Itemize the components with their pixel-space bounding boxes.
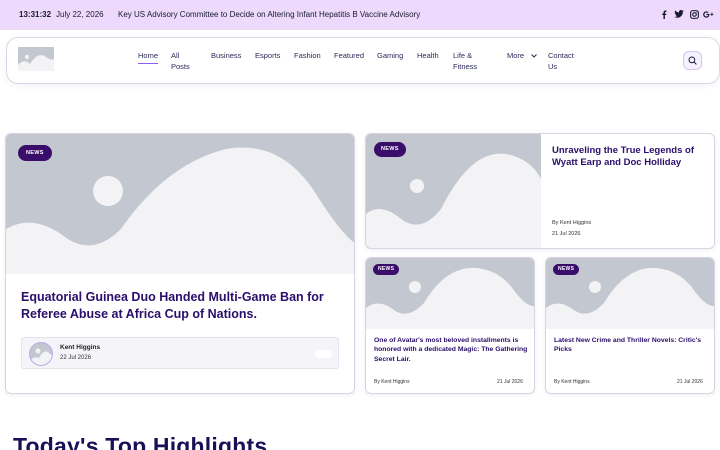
nav-all-posts-line1: All (171, 51, 180, 60)
nav-gaming[interactable]: Gaming (377, 50, 403, 61)
nav-fashion[interactable]: Fashion (294, 50, 321, 61)
author-name[interactable]: Kent Higgins (60, 344, 100, 351)
nav-contact-line1: Contact (548, 51, 574, 60)
reading-pill (315, 350, 332, 358)
nav-life-fitness-line1: Life & (453, 51, 473, 60)
chevron-down-icon (531, 50, 537, 61)
site-logo[interactable] (18, 47, 54, 71)
nav-home[interactable]: Home (138, 50, 159, 64)
side-article-card[interactable]: NEWS Unraveling the True Legends of Wyat… (365, 133, 715, 249)
nav-more[interactable]: More (507, 50, 537, 61)
article-date: 22 Jul 2026 (60, 355, 92, 361)
current-time: 13:31:32 (19, 10, 52, 19)
byline[interactable]: By Kent Higgins (554, 379, 590, 385)
facebook-icon[interactable] (658, 8, 670, 20)
featured-article-title[interactable]: Equatorial Guinea Duo Handed Multi-Game … (21, 289, 343, 323)
instagram-icon[interactable] (688, 8, 700, 20)
nav-contact-line2: Us (548, 62, 558, 71)
byline[interactable]: By Kent Higgins (552, 220, 591, 226)
featured-article-image[interactable] (6, 134, 354, 274)
nav-contact-us[interactable]: Contact Us (548, 50, 574, 72)
nav-business[interactable]: Business (211, 50, 241, 61)
article-date: 21 Jul 2026 (677, 379, 703, 385)
author-box: Kent Higgins 22 Jul 2026 (21, 337, 339, 369)
section-title: Today's Top Highlights (13, 433, 268, 450)
top-bar: 13:31:32 July 22, 2026 Key US Advisory C… (0, 0, 720, 30)
news-badge[interactable]: NEWS (553, 264, 580, 275)
news-badge[interactable]: NEWS (374, 142, 406, 157)
small-article-title[interactable]: Latest New Crime and Thriller Novels: Cr… (554, 336, 709, 355)
news-ticker[interactable]: Key US Advisory Committee to Decide on A… (118, 10, 420, 19)
nav-all-posts[interactable]: All Posts (171, 50, 190, 72)
side-article-title[interactable]: Unraveling the True Legends of Wyatt Ear… (552, 145, 702, 169)
current-date: July 22, 2026 (56, 10, 104, 19)
nav-featured[interactable]: Featured (334, 50, 364, 61)
news-badge[interactable]: NEWS (18, 145, 52, 161)
news-badge[interactable]: NEWS (373, 264, 400, 275)
nav-esports[interactable]: Esports (255, 50, 280, 61)
nav-life-fitness[interactable]: Life & Fitness (453, 50, 477, 72)
byline[interactable]: By Kent Higgins (374, 379, 410, 385)
main-header: Home All Posts Business Esports Fashion … (6, 37, 720, 84)
small-article-card[interactable]: NEWS Latest New Crime and Thriller Novel… (545, 257, 715, 394)
article-date: 21 Jul 2026 (497, 379, 523, 385)
nav-life-fitness-line2: Fitness (453, 62, 478, 71)
google-plus-icon[interactable] (702, 8, 714, 20)
avatar[interactable] (29, 342, 53, 366)
twitter-icon[interactable] (673, 8, 685, 20)
search-button[interactable] (683, 51, 702, 70)
nav-health[interactable]: Health (417, 50, 439, 61)
small-article-title[interactable]: One of Avatar's most beloved installment… (374, 336, 529, 364)
small-article-card[interactable]: NEWS One of Avatar's most beloved instal… (365, 257, 535, 394)
search-icon (688, 52, 697, 70)
article-date: 21 Jul 2026 (552, 231, 581, 237)
nav-all-posts-line2: Posts (171, 62, 190, 71)
featured-article-card[interactable]: NEWS Equatorial Guinea Duo Handed Multi-… (5, 133, 355, 394)
nav-more-label: More (507, 51, 525, 60)
